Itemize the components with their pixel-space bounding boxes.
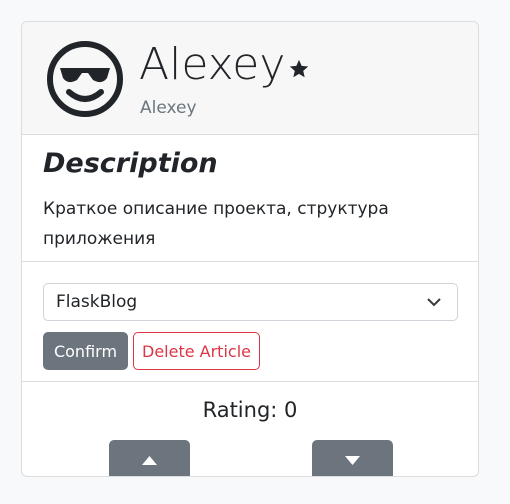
description-text: Краткое описание проекта, структура прил… — [43, 199, 389, 249]
article-form: FlaskBlog Confirm Delete Article — [22, 261, 478, 382]
delete-article-button[interactable]: Delete Article — [133, 332, 260, 370]
triangle-down-icon — [345, 456, 360, 465]
star-icon[interactable] — [288, 58, 310, 80]
triangle-up-icon — [142, 456, 157, 465]
upvote-button[interactable] — [109, 440, 190, 476]
chevron-down-icon — [427, 298, 441, 307]
profile-card: Alexey Alexey Description Краткое описан… — [21, 21, 479, 477]
smiling-face-with-sunglasses-icon — [47, 41, 123, 117]
article-select-value: FlaskBlog — [56, 292, 138, 312]
confirm-button[interactable]: Confirm — [43, 332, 128, 370]
description-section: Description Краткое описание проекта, ст… — [22, 135, 478, 261]
description-title: Description — [43, 148, 218, 179]
rating-section: Rating: 0 — [22, 382, 478, 476]
profile-username: Alexey — [140, 98, 197, 118]
card-header: Alexey Alexey — [22, 22, 478, 135]
profile-name: Alexey — [139, 39, 286, 90]
article-select[interactable]: FlaskBlog — [43, 283, 458, 321]
downvote-button[interactable] — [312, 440, 393, 476]
rating-label: Rating: 0 — [202, 398, 298, 422]
